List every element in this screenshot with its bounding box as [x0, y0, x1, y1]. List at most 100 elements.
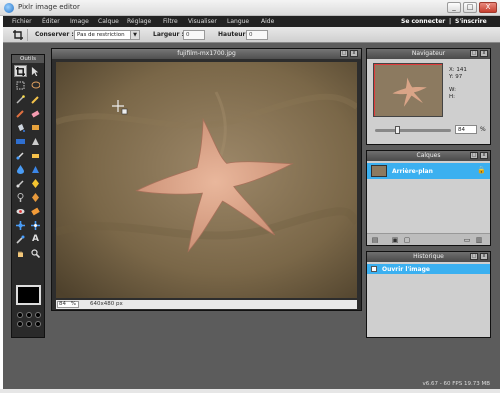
menu-language[interactable]: Langue [227, 18, 249, 25]
navigator-close-button[interactable]: x [480, 50, 488, 57]
bucket-icon[interactable] [14, 121, 27, 133]
layer-thumbnail [371, 165, 387, 177]
y-readout: Y: 97 [449, 74, 463, 80]
colorpicker-icon[interactable] [29, 219, 42, 231]
pencil-icon[interactable] [29, 93, 42, 105]
menu-layer[interactable]: Calque [98, 18, 119, 25]
smudge-icon[interactable] [29, 163, 42, 175]
color-preset[interactable] [26, 321, 32, 327]
burn-icon[interactable] [14, 191, 27, 203]
eyedropper-icon[interactable] [14, 233, 27, 245]
crop-icon[interactable] [13, 30, 23, 40]
window-controls: _ □ X [447, 2, 497, 13]
menu-filter[interactable]: Filtre [163, 18, 178, 25]
type-icon[interactable]: A [29, 233, 42, 245]
gradient-icon[interactable] [29, 121, 42, 133]
color-preset[interactable] [35, 312, 41, 318]
keep-select[interactable]: Pas de restriction ▼ [74, 30, 140, 40]
menu-image[interactable]: Image [70, 18, 89, 25]
lasso-icon[interactable] [29, 79, 42, 91]
layer-menu-icon[interactable]: ▤ [371, 236, 379, 244]
eraser-icon[interactable] [29, 107, 42, 119]
new-folder-icon[interactable]: ▢ [403, 236, 411, 244]
color-replace-icon[interactable] [29, 135, 42, 147]
layer-style-icon[interactable]: ▣ [391, 236, 399, 244]
history-header: Historique □ x [367, 252, 490, 262]
window-bottom-edge [0, 389, 500, 393]
document-maximize-button[interactable]: □ [340, 50, 348, 57]
wand-icon[interactable] [14, 93, 27, 105]
navigator-zoom-field[interactable]: 84 [455, 125, 477, 134]
layers-footer: ▤ ▣ ▢ ▭ ▥ [367, 233, 490, 245]
crop-tool-icon[interactable] [14, 65, 27, 77]
navigator-toggle-button[interactable]: □ [470, 50, 478, 57]
dodge-icon[interactable] [29, 177, 42, 189]
maximize-button[interactable]: □ [463, 2, 477, 13]
blur-icon[interactable] [29, 149, 42, 161]
zoom-slider[interactable] [375, 126, 451, 134]
history-title: Historique [413, 253, 444, 260]
color-preset[interactable] [17, 312, 23, 318]
zoom-slider-handle[interactable] [395, 126, 400, 134]
document-title: fujifilm-mx1700.jpg [52, 49, 361, 59]
history-item-label: Ouvrir l'image [382, 266, 430, 273]
marquee-icon[interactable] [14, 79, 27, 91]
redeye-icon[interactable] [29, 191, 42, 203]
bloat-icon[interactable] [29, 205, 42, 217]
window-title: Pixlr image editor [18, 3, 80, 11]
zoom-value: 84 [59, 301, 66, 307]
color-preset[interactable] [35, 321, 41, 327]
clone-icon[interactable] [14, 135, 27, 147]
width-field[interactable]: 0 [183, 30, 205, 40]
layers-toggle-button[interactable]: □ [470, 152, 478, 159]
history-body: Ouvrir l'image [367, 262, 490, 337]
login-link[interactable]: Se connecter [401, 18, 445, 25]
layers-close-button[interactable]: x [480, 152, 488, 159]
spot-heal-icon[interactable] [14, 205, 27, 217]
tools-header: Outils [12, 55, 44, 63]
trash-icon[interactable]: ▥ [475, 236, 483, 244]
new-layer-icon[interactable]: ▭ [463, 236, 471, 244]
zoom-field[interactable]: 84 % [57, 301, 79, 308]
history-item[interactable]: Ouvrir l'image [367, 264, 490, 274]
menu-view[interactable]: Visualiser [188, 18, 217, 25]
history-toggle-button[interactable]: □ [470, 253, 478, 260]
document-icon [371, 266, 377, 272]
navigator-header: Navigateur □ x [367, 49, 490, 59]
document-window: fujifilm-mx1700.jpg □ x 84 % 640x480 px [51, 48, 362, 311]
h-readout: H: [449, 94, 455, 100]
menu-edit[interactable]: Éditer [42, 18, 60, 25]
close-button[interactable]: X [479, 2, 497, 13]
navigator-viewport[interactable] [374, 64, 442, 116]
document-close-button[interactable]: x [350, 50, 358, 57]
layer-item[interactable]: Arrière-plan 🔒 [367, 163, 490, 179]
height-field[interactable]: 0 [246, 30, 268, 40]
menu-adjust[interactable]: Réglage [127, 18, 151, 25]
register-link[interactable]: S'inscrire [455, 18, 487, 25]
zoom-unit: % [70, 301, 76, 307]
navigator-thumbnail[interactable] [373, 63, 443, 117]
brush-icon[interactable] [14, 107, 27, 119]
drawing-icon[interactable] [14, 149, 27, 161]
zoom-icon[interactable] [29, 247, 42, 259]
color-preset[interactable] [26, 312, 32, 318]
lock-icon[interactable]: 🔒 [477, 166, 486, 174]
pinch-icon[interactable] [14, 219, 27, 231]
color-swatch[interactable] [16, 285, 41, 305]
layers-body: Arrière-plan 🔒 ▤ ▣ ▢ ▭ ▥ [367, 161, 490, 245]
canvas-image[interactable] [56, 62, 357, 298]
minimize-button[interactable]: _ [447, 2, 461, 13]
menu-file[interactable]: Fichier [12, 18, 32, 25]
sharpen-icon[interactable] [14, 163, 27, 175]
hand-icon[interactable] [14, 247, 27, 259]
sponge-icon[interactable] [14, 177, 27, 189]
status-readout: v6.67 - 60 FPS 19.73 MB [422, 381, 490, 387]
color-preset[interactable] [17, 321, 23, 327]
pixlr-app: Fichier Éditer Image Calque Réglage Filt… [3, 16, 500, 389]
layers-controls: □ x [470, 152, 488, 159]
navigator-panel: Navigateur □ x X: 141 Y: 97 W: H: 84 % [366, 48, 491, 145]
menu-help[interactable]: Aide [261, 18, 274, 25]
move-icon[interactable] [29, 65, 42, 77]
history-close-button[interactable]: x [480, 253, 488, 260]
tools-panel: Outils A [11, 54, 45, 338]
